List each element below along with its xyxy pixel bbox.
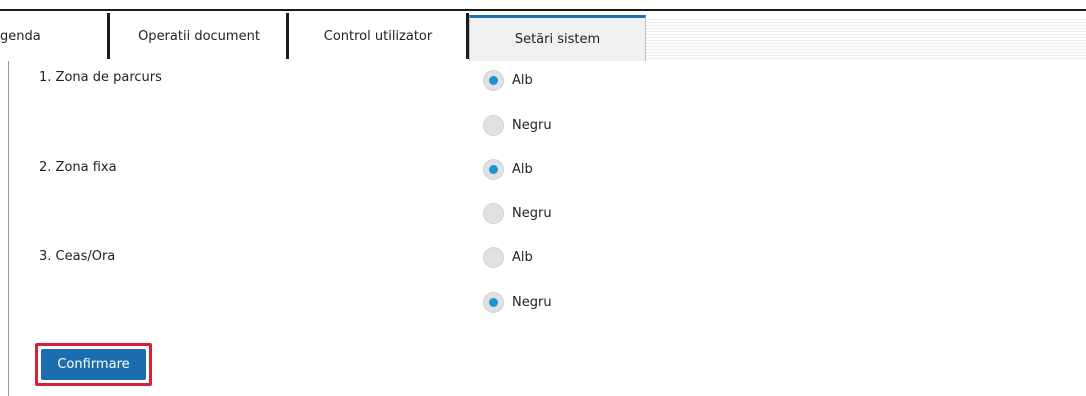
radio-label: Negru — [512, 118, 552, 133]
radio-circle — [483, 247, 504, 268]
tab-bar: genda Operatii document Control utilizat… — [0, 11, 1086, 61]
tab-label: genda — [0, 28, 41, 44]
radio-label: Alb — [512, 250, 533, 265]
setting-label-ceas-ora: 3. Ceas/Ora — [39, 249, 116, 264]
radio-circle — [483, 203, 504, 224]
app-frame: genda Operatii document Control utilizat… — [0, 0, 1086, 396]
tab-control-utilizator[interactable]: Control utilizator — [286, 13, 467, 59]
radio-circle — [483, 292, 504, 313]
radio-circle — [483, 159, 504, 180]
settings-panel: 1. Zona de parcurs Alb Negru 2. Zona fix… — [8, 61, 1086, 396]
radio-label: Alb — [512, 162, 533, 177]
tab-label: Control utilizator — [323, 28, 433, 44]
radio-label: Negru — [512, 295, 552, 310]
tab-operatii-document[interactable]: Operatii document — [107, 13, 288, 59]
top-rule — [0, 0, 1086, 11]
setting-label-zona-de-parcurs: 1. Zona de parcurs — [39, 70, 162, 85]
radio-label: Alb — [512, 73, 533, 88]
radio-label: Negru — [512, 206, 552, 221]
radio-zona-de-parcurs-negru[interactable]: Negru — [483, 115, 552, 136]
tab-agenda[interactable]: genda — [0, 13, 107, 59]
tab-setari-sistem[interactable]: Setări sistem — [469, 15, 646, 61]
radio-circle — [483, 70, 504, 91]
confirm-button[interactable]: Confirmare — [41, 349, 146, 380]
radio-zona-fixa-negru[interactable]: Negru — [483, 203, 552, 224]
radio-zona-de-parcurs-alb[interactable]: Alb — [483, 70, 533, 91]
setting-label-zona-fixa: 2. Zona fixa — [39, 160, 117, 175]
radio-ceas-ora-negru[interactable]: Negru — [483, 292, 552, 313]
radio-circle — [483, 115, 504, 136]
tab-bar-filler — [646, 17, 1086, 59]
tab-label: Operatii document — [138, 28, 260, 44]
radio-ceas-ora-alb[interactable]: Alb — [483, 247, 533, 268]
radio-zona-fixa-alb[interactable]: Alb — [483, 159, 533, 180]
tab-label: Setări sistem — [514, 32, 601, 47]
